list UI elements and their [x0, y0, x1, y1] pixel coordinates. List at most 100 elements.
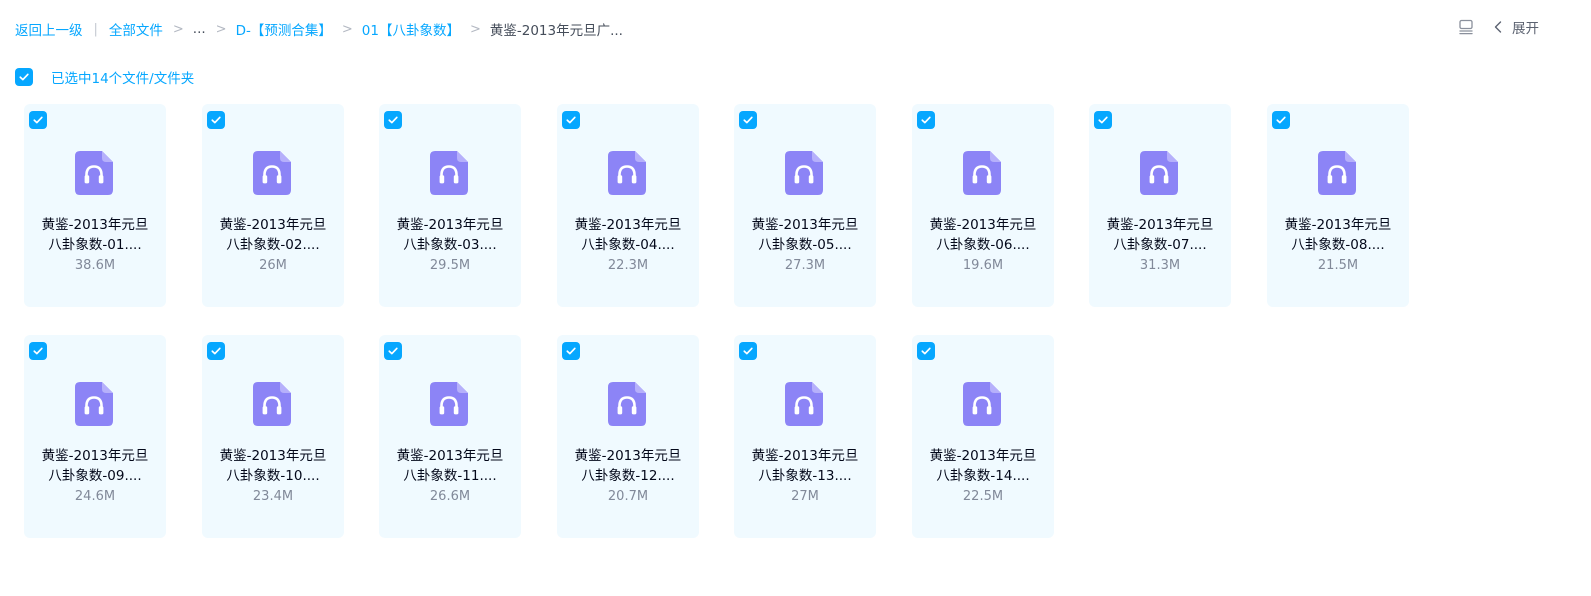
check-icon [1276, 116, 1286, 124]
check-icon [211, 347, 221, 355]
check-icon [743, 347, 753, 355]
file-checkbox[interactable] [739, 111, 757, 129]
breadcrumb-folder-bagua[interactable]: 01【八卦象数】 [362, 19, 460, 39]
file-size: 27.3M [784, 258, 826, 273]
file-size: 22.5M [962, 489, 1004, 504]
file-name-line2: 八卦象数-06.... [936, 237, 1030, 253]
file-card[interactable]: 黄鉴-2013年元旦 八卦象数-03.... 29.5M [379, 104, 521, 307]
expand-button[interactable]: 展开 [1494, 17, 1539, 37]
file-checkbox[interactable] [1272, 111, 1290, 129]
audio-file-icon [75, 151, 113, 195]
top-right-controls: 展开 [1458, 17, 1591, 37]
file-card[interactable]: 黄鉴-2013年元旦 八卦象数-07.... 31.3M [1089, 104, 1231, 307]
file-card[interactable]: 黄鉴-2013年元旦 八卦象数-13.... 27M [734, 335, 876, 538]
file-checkbox[interactable] [29, 111, 47, 129]
file-name-line1: 黄鉴-2013年元旦 [751, 448, 859, 464]
check-icon [921, 347, 931, 355]
file-name-line1: 黄鉴-2013年元旦 [574, 448, 682, 464]
file-card[interactable]: 黄鉴-2013年元旦 八卦象数-06.... 19.6M [912, 104, 1054, 307]
file-name: 黄鉴-2013年元旦 八卦象数-04.... [557, 215, 699, 255]
file-card[interactable]: 黄鉴-2013年元旦 八卦象数-05.... 27.3M [734, 104, 876, 307]
breadcrumb: 返回上一级 | 全部文件 > ... > D-【预测合集】 > 01【八卦象数】… [15, 19, 623, 39]
file-name-line2: 八卦象数-14.... [936, 468, 1030, 484]
top-bar: 返回上一级 | 全部文件 > ... > D-【预测合集】 > 01【八卦象数】… [0, 0, 1591, 58]
audio-file-icon [253, 382, 291, 426]
breadcrumb-separator: > [215, 21, 227, 37]
file-name-line2: 八卦象数-02.... [226, 237, 320, 253]
file-checkbox[interactable] [562, 342, 580, 360]
audio-file-icon [1318, 151, 1356, 195]
file-checkbox[interactable] [207, 111, 225, 129]
check-icon [566, 347, 576, 355]
file-card[interactable]: 黄鉴-2013年元旦 八卦象数-02.... 26M [202, 104, 344, 307]
back-link[interactable]: 返回上一级 [15, 19, 83, 39]
check-icon [743, 116, 753, 124]
file-name-line1: 黄鉴-2013年元旦 [574, 217, 682, 233]
breadcrumb-all-files[interactable]: 全部文件 [109, 19, 163, 39]
file-name: 黄鉴-2013年元旦 八卦象数-09.... [24, 446, 166, 486]
file-name: 黄鉴-2013年元旦 八卦象数-08.... [1267, 215, 1409, 255]
file-checkbox[interactable] [29, 342, 47, 360]
file-card[interactable]: 黄鉴-2013年元旦 八卦象数-11.... 26.6M [379, 335, 521, 538]
list-layout-icon[interactable] [1458, 19, 1474, 35]
file-name-line1: 黄鉴-2013年元旦 [1106, 217, 1214, 233]
breadcrumb-folder-predict[interactable]: D-【预测合集】 [236, 19, 332, 39]
file-checkbox[interactable] [1094, 111, 1112, 129]
file-size: 24.6M [74, 489, 116, 504]
audio-file-icon [785, 382, 823, 426]
file-name-line1: 黄鉴-2013年元旦 [929, 217, 1037, 233]
file-checkbox[interactable] [917, 111, 935, 129]
file-name-line2: 八卦象数-09.... [48, 468, 142, 484]
file-card[interactable]: 黄鉴-2013年元旦 八卦象数-01.... 38.6M [24, 104, 166, 307]
file-name: 黄鉴-2013年元旦 八卦象数-13.... [734, 446, 876, 486]
select-all-checkbox[interactable] [15, 68, 33, 86]
file-name-line2: 八卦象数-12.... [581, 468, 675, 484]
file-name-line1: 黄鉴-2013年元旦 [1284, 217, 1392, 233]
file-checkbox[interactable] [562, 111, 580, 129]
audio-file-icon [75, 382, 113, 426]
check-icon [33, 347, 43, 355]
file-name-line2: 八卦象数-01.... [48, 237, 142, 253]
file-name: 黄鉴-2013年元旦 八卦象数-12.... [557, 446, 699, 486]
audio-file-icon [608, 151, 646, 195]
file-card[interactable]: 黄鉴-2013年元旦 八卦象数-09.... 24.6M [24, 335, 166, 538]
file-size: 38.6M [74, 258, 116, 273]
file-name: 黄鉴-2013年元旦 八卦象数-10.... [202, 446, 344, 486]
check-icon [1098, 116, 1108, 124]
selection-bar: 已选中14个文件/文件夹 [15, 67, 194, 87]
file-name-line1: 黄鉴-2013年元旦 [41, 448, 149, 464]
check-icon [211, 116, 221, 124]
file-name-line2: 八卦象数-11.... [403, 468, 497, 484]
expand-label: 展开 [1512, 21, 1539, 37]
check-icon [566, 116, 576, 124]
file-name-line2: 八卦象数-08.... [1291, 237, 1385, 253]
file-size: 29.5M [429, 258, 471, 273]
file-size: 19.6M [962, 258, 1004, 273]
file-card[interactable]: 黄鉴-2013年元旦 八卦象数-10.... 23.4M [202, 335, 344, 538]
file-checkbox[interactable] [739, 342, 757, 360]
file-name: 黄鉴-2013年元旦 八卦象数-01.... [24, 215, 166, 255]
breadcrumb-separator: > [469, 21, 481, 37]
file-name: 黄鉴-2013年元旦 八卦象数-07.... [1089, 215, 1231, 255]
file-card[interactable]: 黄鉴-2013年元旦 八卦象数-08.... 21.5M [1267, 104, 1409, 307]
check-icon [921, 116, 931, 124]
file-checkbox[interactable] [384, 111, 402, 129]
file-name-line2: 八卦象数-04.... [581, 237, 675, 253]
file-name: 黄鉴-2013年元旦 八卦象数-14.... [912, 446, 1054, 486]
file-name-line1: 黄鉴-2013年元旦 [929, 448, 1037, 464]
breadcrumb-ellipsis[interactable]: ... [193, 21, 206, 37]
chevron-left-icon [1494, 21, 1502, 33]
audio-file-icon [608, 382, 646, 426]
file-card[interactable]: 黄鉴-2013年元旦 八卦象数-12.... 20.7M [557, 335, 699, 538]
file-card[interactable]: 黄鉴-2013年元旦 八卦象数-04.... 22.3M [557, 104, 699, 307]
file-size: 20.7M [607, 489, 649, 504]
file-checkbox[interactable] [917, 342, 935, 360]
file-checkbox[interactable] [207, 342, 225, 360]
file-name-line1: 黄鉴-2013年元旦 [751, 217, 859, 233]
file-name: 黄鉴-2013年元旦 八卦象数-02.... [202, 215, 344, 255]
file-name-line1: 黄鉴-2013年元旦 [219, 217, 327, 233]
file-card[interactable]: 黄鉴-2013年元旦 八卦象数-14.... 22.5M [912, 335, 1054, 538]
file-checkbox[interactable] [384, 342, 402, 360]
file-size: 26.6M [429, 489, 471, 504]
selection-count-text: 已选中14个文件/文件夹 [51, 71, 195, 87]
